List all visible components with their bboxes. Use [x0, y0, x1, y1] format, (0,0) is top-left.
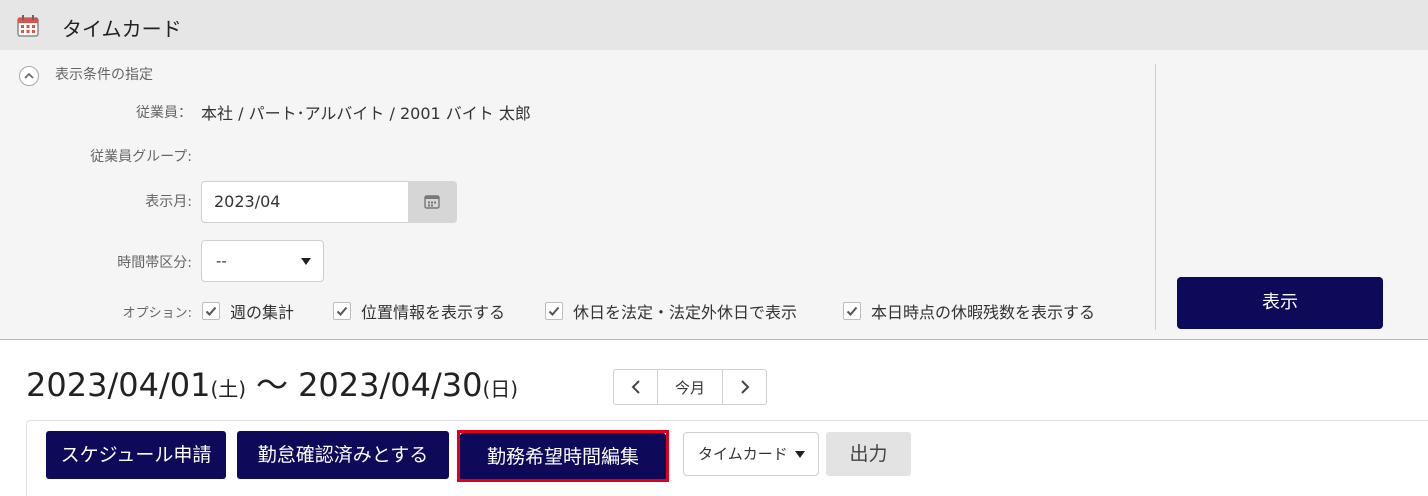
- timeslot-select-value: --: [216, 252, 227, 270]
- month-label: 表示月:: [145, 194, 192, 210]
- current-month-button[interactable]: 今月: [657, 370, 723, 404]
- checkbox[interactable]: [545, 302, 563, 320]
- next-month-button[interactable]: [723, 370, 766, 404]
- options-label: オプション:: [122, 306, 192, 321]
- period-end: 2023/04/30: [298, 366, 483, 404]
- check-icon: [846, 306, 858, 316]
- option-label: 位置情報を表示する: [361, 303, 506, 322]
- check-icon: [205, 306, 217, 316]
- period-heading: 2023/04/01(土) 〜 2023/04/30(日): [26, 360, 518, 406]
- caret-down-icon: [795, 451, 805, 458]
- prev-month-button[interactable]: [614, 370, 657, 404]
- month-input[interactable]: 2023/04: [201, 181, 411, 223]
- timeslot-select[interactable]: --: [201, 240, 324, 282]
- show-button[interactable]: 表示: [1177, 277, 1383, 329]
- divider: [1155, 64, 1156, 330]
- output-format-value: タイムカード: [698, 445, 788, 463]
- month-picker-button[interactable]: [408, 181, 457, 223]
- conditions-heading[interactable]: 表示条件の指定: [55, 64, 153, 84]
- checkbox[interactable]: [202, 302, 220, 320]
- calendar-small-icon: [424, 195, 440, 209]
- period-end-dow: (日): [482, 377, 519, 401]
- check-icon: [336, 306, 348, 316]
- collapse-toggle[interactable]: [19, 66, 39, 86]
- period-start: 2023/04/01: [26, 366, 211, 404]
- option-label: 本日時点の休暇残数を表示する: [871, 303, 1096, 322]
- mark-confirmed-button[interactable]: 勤怠確認済みとする: [237, 431, 449, 479]
- option-holiday-type[interactable]: 休日を法定・法定外休日で表示: [545, 300, 797, 322]
- option-label: 週の集計: [230, 303, 295, 322]
- employee-label: 従業員：: [136, 105, 192, 121]
- caret-down-icon: [301, 258, 311, 265]
- option-leave-balance[interactable]: 本日時点の休暇残数を表示する: [843, 300, 1095, 322]
- option-label: 休日を法定・法定外休日で表示: [573, 303, 798, 322]
- chevron-right-icon: [740, 380, 749, 394]
- schedule-request-button[interactable]: スケジュール申請: [46, 431, 226, 479]
- employee-value: 本社 / パート･アルバイト / 2001 バイト 太郎: [201, 104, 531, 123]
- period-start-dow: (土): [210, 377, 247, 401]
- output-format-select[interactable]: タイムカード: [683, 432, 819, 476]
- timeslot-label: 時間帯区分:: [117, 255, 192, 271]
- page-title: タイムカード: [62, 17, 182, 41]
- chevron-left-icon: [631, 380, 640, 394]
- highlight-frame: [457, 430, 669, 482]
- period-separator: 〜: [256, 366, 289, 404]
- checkbox[interactable]: [333, 302, 351, 320]
- month-pager: 今月: [613, 369, 767, 405]
- option-weekly-summary[interactable]: 週の集計: [202, 300, 294, 322]
- title-bar: タイムカード: [0, 0, 1428, 50]
- checkbox[interactable]: [843, 302, 861, 320]
- calendar-icon: [16, 14, 40, 38]
- option-show-location[interactable]: 位置情報を表示する: [333, 300, 505, 322]
- output-button[interactable]: 出力: [826, 432, 911, 476]
- check-icon: [548, 306, 560, 316]
- chevron-up-icon: [24, 72, 34, 79]
- display-conditions-panel: 表示条件の指定 従業員： 本社 / パート･アルバイト / 2001 バイト 太…: [0, 50, 1428, 340]
- employee-group-label: 従業員グループ:: [90, 149, 192, 165]
